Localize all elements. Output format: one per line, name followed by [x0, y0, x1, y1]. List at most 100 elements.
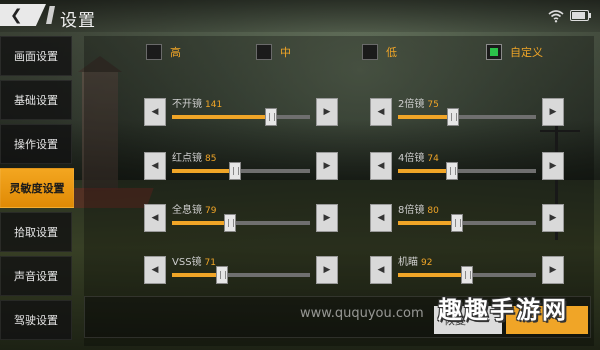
title-divider — [46, 6, 55, 24]
sidebar-item-graphics[interactable]: 画面设置 — [0, 36, 72, 76]
watermark-text: 趣趣手游网 — [438, 296, 568, 324]
increase-button[interactable]: ▶ — [316, 204, 338, 232]
slider-value: 85 — [205, 154, 217, 164]
increase-button[interactable]: ▶ — [316, 98, 338, 126]
slider-track[interactable] — [172, 214, 310, 232]
slider-2x-scope[interactable]: ◀ 2倍镜 75 ▶ — [370, 98, 564, 128]
arrow-left-icon: ◀ — [151, 161, 159, 171]
preset-low[interactable]: 低 — [362, 44, 397, 60]
slider-4x-scope[interactable]: ◀ 4倍镜 74 ▶ — [370, 152, 564, 182]
slider-value: 71 — [204, 258, 216, 268]
slider-value: 141 — [205, 100, 223, 110]
slider-value: 92 — [421, 258, 433, 268]
slider-track[interactable] — [172, 108, 310, 126]
slider-track[interactable] — [398, 266, 536, 284]
sidebar-item-pickup[interactable]: 拾取设置 — [0, 212, 72, 252]
slider-track[interactable] — [172, 162, 310, 180]
slider-iron-sight[interactable]: ◀ 机瞄 92 ▶ — [370, 256, 564, 286]
slider-label: 全息镜 79 — [172, 205, 217, 216]
increase-button[interactable]: ▶ — [542, 256, 564, 284]
sidebar-item-sensitivity[interactable]: 灵敏度设置 — [0, 168, 74, 208]
sidebar-item-label: 灵敏度设置 — [9, 182, 65, 195]
slider-thumb[interactable] — [445, 162, 458, 180]
increase-button[interactable]: ▶ — [316, 256, 338, 284]
slider-label: 红点镜 85 — [172, 153, 217, 164]
slider-track[interactable] — [172, 266, 310, 284]
arrow-left-icon: ◀ — [377, 213, 385, 223]
decrease-button[interactable]: ◀ — [370, 152, 392, 180]
preset-low-checkbox[interactable] — [362, 44, 378, 60]
increase-button[interactable]: ▶ — [316, 152, 338, 180]
preset-high[interactable]: 高 — [146, 44, 181, 60]
arrow-right-icon: ▶ — [549, 265, 557, 275]
arrow-right-icon: ▶ — [549, 161, 557, 171]
arrow-right-icon: ▶ — [323, 265, 331, 275]
arrow-left-icon: ◀ — [151, 213, 159, 223]
preset-medium[interactable]: 中 — [256, 44, 291, 60]
sidebar-item-label: 拾取设置 — [14, 226, 58, 239]
preset-medium-label: 中 — [280, 46, 291, 59]
sidebar-item-label: 驾驶设置 — [14, 314, 58, 327]
increase-button[interactable]: ▶ — [542, 204, 564, 232]
slider-label: 4倍镜 74 — [398, 153, 439, 164]
preset-medium-checkbox[interactable] — [256, 44, 272, 60]
slider-track[interactable] — [398, 162, 536, 180]
preset-high-label: 高 — [170, 46, 181, 59]
slider-value: 74 — [427, 154, 439, 164]
decrease-button[interactable]: ◀ — [370, 204, 392, 232]
sidebar-item-sound[interactable]: 声音设置 — [0, 256, 72, 296]
sidebar: 画面设置 基础设置 操作设置 灵敏度设置 拾取设置 声音设置 驾驶设置 — [0, 36, 74, 344]
sidebar-item-controls[interactable]: 操作设置 — [0, 124, 72, 164]
arrow-right-icon: ▶ — [323, 161, 331, 171]
back-chevron-icon: ❮ — [10, 6, 23, 24]
back-button[interactable]: ❮ — [0, 4, 46, 26]
slider-label: VSS镜 71 — [172, 257, 216, 268]
slider-label: 不开镜 141 — [172, 99, 223, 110]
slider-holographic[interactable]: ◀ 全息镜 79 ▶ — [144, 204, 338, 234]
slider-value: 79 — [205, 206, 217, 216]
increase-button[interactable]: ▶ — [542, 98, 564, 126]
preset-custom[interactable]: 自定义 — [486, 44, 543, 60]
battery-icon — [570, 10, 591, 21]
slider-thumb[interactable] — [447, 108, 460, 126]
preset-low-label: 低 — [386, 46, 397, 59]
slider-8x-scope[interactable]: ◀ 8倍镜 80 ▶ — [370, 204, 564, 234]
slider-thumb[interactable] — [215, 266, 228, 284]
slider-thumb[interactable] — [265, 108, 278, 126]
preset-high-checkbox[interactable] — [146, 44, 162, 60]
sidebar-item-label: 操作设置 — [14, 138, 58, 151]
slider-thumb[interactable] — [223, 214, 236, 232]
slider-label: 8倍镜 80 — [398, 205, 439, 216]
slider-no-scope[interactable]: ◀ 不开镜 141 ▶ — [144, 98, 338, 128]
arrow-right-icon: ▶ — [323, 213, 331, 223]
sidebar-item-driving[interactable]: 驾驶设置 — [0, 300, 72, 340]
slider-track[interactable] — [398, 214, 536, 232]
watermark: 趣趣手游网 — [438, 290, 568, 325]
slider-label: 2倍镜 75 — [398, 99, 439, 110]
sidebar-item-basic[interactable]: 基础设置 — [0, 80, 72, 120]
slider-track[interactable] — [398, 108, 536, 126]
decrease-button[interactable]: ◀ — [144, 152, 166, 180]
slider-vss-scope[interactable]: ◀ VSS镜 71 ▶ — [144, 256, 338, 286]
decrease-button[interactable]: ◀ — [144, 98, 166, 126]
decrease-button[interactable]: ◀ — [370, 256, 392, 284]
decrease-button[interactable]: ◀ — [144, 256, 166, 284]
arrow-left-icon: ◀ — [377, 265, 385, 275]
decrease-button[interactable]: ◀ — [370, 98, 392, 126]
slider-thumb[interactable] — [451, 214, 464, 232]
arrow-right-icon: ▶ — [323, 107, 331, 117]
decrease-button[interactable]: ◀ — [144, 204, 166, 232]
arrow-right-icon: ▶ — [549, 213, 557, 223]
increase-button[interactable]: ▶ — [542, 152, 564, 180]
preset-custom-label: 自定义 — [510, 46, 543, 59]
sidebar-item-label: 画面设置 — [14, 50, 58, 63]
slider-label: 机瞄 92 — [398, 257, 433, 268]
preset-custom-checkbox[interactable] — [486, 44, 502, 60]
slider-thumb[interactable] — [461, 266, 473, 284]
sidebar-item-label: 基础设置 — [14, 94, 58, 107]
watermark-url: www.ququyou.com — [300, 306, 424, 321]
slider-thumb[interactable] — [229, 162, 242, 180]
slider-value: 75 — [427, 100, 439, 110]
slider-red-dot[interactable]: ◀ 红点镜 85 ▶ — [144, 152, 338, 182]
arrow-left-icon: ◀ — [377, 161, 385, 171]
